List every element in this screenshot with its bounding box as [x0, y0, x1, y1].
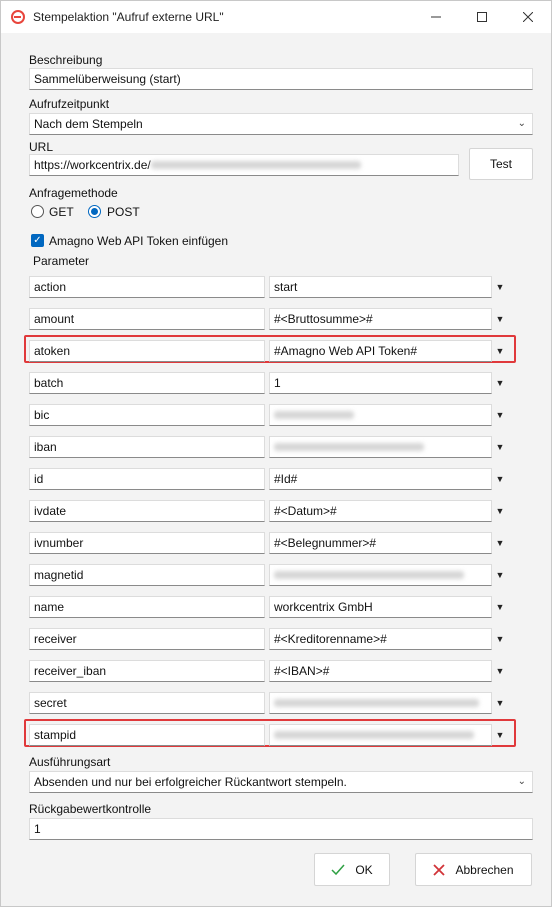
param-value-name[interactable]: workcentrix GmbH [269, 596, 492, 618]
ok-button[interactable]: OK [314, 853, 390, 886]
redacted-value [274, 699, 479, 707]
url-label: URL [29, 140, 54, 154]
get-radio[interactable] [31, 205, 44, 218]
param-name-bic[interactable]: bic [29, 404, 265, 426]
beschreibung-input[interactable]: Sammelüberweisung (start) [29, 68, 533, 90]
url-redacted [150, 161, 361, 169]
dropdown-arrow-icon[interactable]: ▼ [493, 276, 507, 298]
dropdown-arrow-icon[interactable]: ▼ [493, 436, 507, 458]
param-value-iban[interactable] [269, 436, 492, 458]
rueckgabe-input[interactable]: 1 [29, 818, 533, 840]
param-value-magnetid[interactable] [269, 564, 492, 586]
param-value-ivnumber[interactable]: #<Belegnummer># [269, 532, 492, 554]
ausfuehrungsart-value: Absenden und nur bei erfolgreicher Rücka… [34, 775, 347, 789]
param-value-atoken[interactable]: #Amagno Web API Token# [269, 340, 492, 362]
token-label[interactable]: Amagno Web API Token einfügen [49, 234, 228, 248]
param-value-receiver[interactable]: #<Kreditorenname># [269, 628, 492, 650]
beschreibung-label: Beschreibung [29, 53, 103, 67]
redacted-value [274, 411, 354, 419]
param-value-amount[interactable]: #<Bruttosumme># [269, 308, 492, 330]
chevron-down-icon: ⌄ [517, 118, 526, 129]
post-radio[interactable] [88, 205, 101, 218]
dropdown-arrow-icon[interactable]: ▼ [493, 468, 507, 490]
maximize-icon [477, 12, 487, 22]
param-name-iban[interactable]: iban [29, 436, 265, 458]
param-name-receiver[interactable]: receiver [29, 628, 265, 650]
dropdown-arrow-icon[interactable]: ▼ [493, 564, 507, 586]
minimize-button[interactable] [413, 1, 459, 33]
get-label[interactable]: GET [49, 205, 74, 219]
param-value-action[interactable]: start [269, 276, 492, 298]
param-value-ivdate[interactable]: #<Datum># [269, 500, 492, 522]
param-name-receiver-iban[interactable]: receiver_iban [29, 660, 265, 682]
param-value-secret[interactable] [269, 692, 492, 714]
param-name-magnetid[interactable]: magnetid [29, 564, 265, 586]
close-x-icon [433, 863, 446, 876]
close-icon [523, 12, 533, 22]
dropdown-arrow-icon[interactable]: ▼ [493, 628, 507, 650]
dropdown-arrow-icon[interactable]: ▼ [493, 308, 507, 330]
cancel-button[interactable]: Abbrechen [415, 853, 532, 886]
param-value-stampid[interactable] [269, 724, 492, 746]
ok-label: OK [355, 862, 373, 877]
param-name-ivnumber[interactable]: ivnumber [29, 532, 265, 554]
post-label[interactable]: POST [107, 205, 140, 219]
dropdown-arrow-icon[interactable]: ▼ [493, 596, 507, 618]
chevron-down-icon: ⌄ [517, 776, 526, 787]
param-name-atoken[interactable]: atoken [29, 340, 265, 362]
checkmark-icon [331, 864, 345, 875]
param-name-action[interactable]: action [29, 276, 265, 298]
url-input[interactable]: https://workcentrix.de/ [29, 154, 459, 176]
parameter-label: Parameter [33, 254, 90, 268]
param-name-ivdate[interactable]: ivdate [29, 500, 265, 522]
aufrufzeitpunkt-value: Nach dem Stempeln [34, 117, 143, 131]
param-name-id[interactable]: id [29, 468, 265, 490]
ausfuehrungsart-select[interactable]: Absenden und nur bei erfolgreicher Rücka… [29, 771, 533, 793]
title-bar: Stempelaktion "Aufruf externe URL" [1, 1, 551, 33]
rueckgabe-label: Rückgabewertkontrolle [29, 802, 152, 816]
param-name-name[interactable]: name [29, 596, 265, 618]
token-checkbox[interactable]: ✓ [31, 234, 44, 247]
maximize-button[interactable] [459, 1, 505, 33]
param-value-receiver-iban[interactable]: #<IBAN># [269, 660, 492, 682]
dropdown-arrow-icon[interactable]: ▼ [493, 692, 507, 714]
dialog-window: Stempelaktion "Aufruf externe URL" Besch… [0, 0, 552, 907]
param-name-stampid[interactable]: stampid [29, 724, 265, 746]
test-button[interactable]: Test [469, 148, 533, 180]
window-title: Stempelaktion "Aufruf externe URL" [33, 10, 224, 24]
aufrufzeitpunkt-label: Aufrufzeitpunkt [29, 97, 110, 111]
dropdown-arrow-icon[interactable]: ▼ [493, 404, 507, 426]
url-value: https://workcentrix.de/ [34, 158, 151, 172]
dropdown-arrow-icon[interactable]: ▼ [493, 660, 507, 682]
param-name-secret[interactable]: secret [29, 692, 265, 714]
redacted-value [274, 731, 474, 739]
dropdown-arrow-icon[interactable]: ▼ [493, 532, 507, 554]
dropdown-arrow-icon[interactable]: ▼ [493, 724, 507, 746]
ausfuehrungsart-label: Ausführungsart [29, 755, 111, 769]
redacted-value [274, 443, 424, 451]
param-name-batch[interactable]: batch [29, 372, 265, 394]
param-name-amount[interactable]: amount [29, 308, 265, 330]
aufrufzeitpunkt-select[interactable]: Nach dem Stempeln ⌄ [29, 113, 533, 135]
close-button[interactable] [505, 1, 551, 33]
param-value-batch[interactable]: 1 [269, 372, 492, 394]
app-logo-icon [11, 10, 25, 24]
dropdown-arrow-icon[interactable]: ▼ [493, 372, 507, 394]
param-value-bic[interactable] [269, 404, 492, 426]
redacted-value [274, 571, 464, 579]
anfragemethode-label: Anfragemethode [29, 186, 118, 200]
dropdown-arrow-icon[interactable]: ▼ [493, 340, 507, 362]
dropdown-arrow-icon[interactable]: ▼ [493, 500, 507, 522]
param-value-id[interactable]: #Id# [269, 468, 492, 490]
cancel-label: Abbrechen [455, 862, 514, 877]
minimize-icon [431, 16, 441, 18]
